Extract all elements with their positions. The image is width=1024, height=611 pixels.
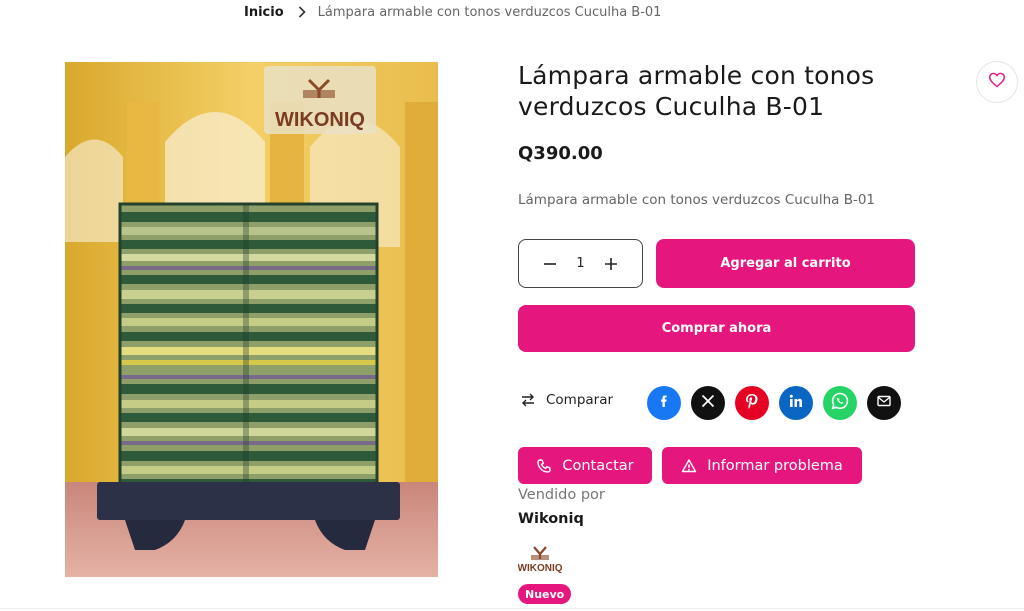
pinterest-icon <box>743 392 761 414</box>
product-image[interactable]: WIKONIQ <box>65 62 438 577</box>
product-price: Q390.00 <box>518 143 603 164</box>
chevron-right-icon <box>298 6 306 18</box>
seller-logo-text: WIKONIQ <box>518 563 562 574</box>
sold-by-label: Vendido por <box>518 487 605 503</box>
phone-icon <box>537 458 552 473</box>
compare-label: Comparar <box>546 392 614 408</box>
quantity-stepper[interactable]: 1 <box>518 239 643 288</box>
compare-arrows-icon <box>522 393 534 407</box>
whatsapp-icon <box>830 391 850 415</box>
product-title: Lámpara armable con tonos verduzcos Cucu… <box>518 61 875 121</box>
breadcrumb-home-link[interactable]: Inicio <box>244 5 284 20</box>
seller-logo[interactable]: WIKONIQ <box>518 545 563 575</box>
contact-button[interactable]: Contactar <box>518 447 652 484</box>
share-facebook-button[interactable] <box>647 386 681 420</box>
x-icon <box>700 393 716 413</box>
wishlist-button[interactable] <box>976 61 1018 103</box>
facebook-icon <box>656 393 672 413</box>
new-badge: Nuevo <box>518 584 572 604</box>
product-description: Lámpara armable con tonos verduzcos Cucu… <box>518 192 876 208</box>
buy-now-button[interactable]: Comprar ahora <box>518 305 915 352</box>
warning-icon <box>681 458 697 472</box>
divider <box>0 608 1024 609</box>
share-x-button[interactable] <box>691 386 725 420</box>
seller-name[interactable]: Wikoniq <box>518 511 584 527</box>
plus-icon[interactable] <box>602 255 620 273</box>
report-problem-label: Informar problema <box>707 457 843 474</box>
add-to-cart-button[interactable]: Agregar al carrito <box>656 239 915 288</box>
minus-icon[interactable] <box>541 255 559 273</box>
quantity-value[interactable]: 1 <box>576 256 584 271</box>
share-pinterest-button[interactable] <box>735 386 769 420</box>
lamp-photo: WIKONIQ <box>65 62 438 577</box>
report-problem-button[interactable]: Informar problema <box>662 447 862 484</box>
envelope-icon <box>876 393 892 413</box>
compare-button[interactable]: Comparar <box>520 392 613 408</box>
share-linkedin-button[interactable] <box>779 386 813 420</box>
heart-icon <box>988 72 1006 92</box>
breadcrumb: Inicio Lámpara armable con tonos verduzc… <box>244 3 661 21</box>
share-whatsapp-button[interactable] <box>823 386 857 420</box>
image-brand-watermark: WIKONIQ <box>275 109 365 131</box>
share-email-button[interactable] <box>867 386 901 420</box>
contact-label: Contactar <box>562 457 634 474</box>
breadcrumb-current: Lámpara armable con tonos verduzcos Cucu… <box>317 4 662 20</box>
linkedin-icon <box>788 393 804 413</box>
